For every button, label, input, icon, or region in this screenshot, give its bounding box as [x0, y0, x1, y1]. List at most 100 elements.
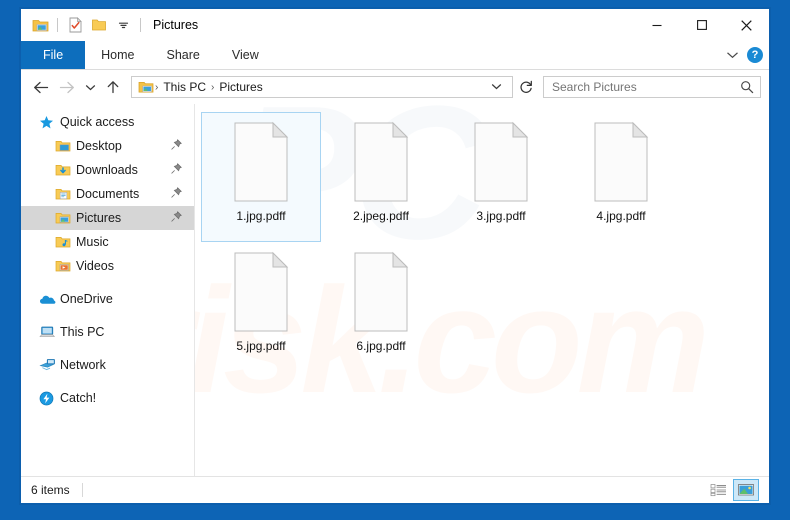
close-button[interactable] [724, 9, 769, 41]
sidebar-label-quick-access: Quick access [60, 115, 135, 129]
pin-icon-desktop[interactable] [171, 139, 182, 153]
onedrive-cloud-icon [39, 293, 57, 306]
sidebar-label-pictures: Pictures [76, 211, 122, 225]
generic-file-icon [229, 121, 293, 203]
sidebar-item-onedrive[interactable]: OneDrive [21, 287, 194, 311]
sidebar-item-music[interactable]: Music [21, 230, 194, 254]
documents-folder-icon [55, 187, 73, 201]
tab-home[interactable]: Home [85, 41, 150, 69]
file-list-pane[interactable]: PC risk.com 1.jpg.pdff [195, 104, 769, 476]
pin-icon-downloads[interactable] [171, 163, 182, 177]
ribbon-tabs: File Home Share View ? [21, 41, 769, 70]
search-icon[interactable] [740, 80, 754, 94]
breadcrumb[interactable]: › This PC › Pictures [131, 76, 513, 98]
back-button[interactable] [29, 75, 53, 99]
status-divider [81, 483, 83, 497]
file-item[interactable]: 4.jpg.pdff [561, 112, 681, 242]
breadcrumb-this-pc[interactable]: This PC [159, 80, 210, 94]
chevron-down-icon[interactable] [112, 14, 134, 36]
view-mode-buttons [705, 479, 759, 501]
file-grid: 1.jpg.pdff 2.jpeg.pdff 3.jpg.pdff 4.jpg.… [195, 104, 769, 372]
sidebar-item-downloads[interactable]: Downloads [21, 158, 194, 182]
file-name-label: 4.jpg.pdff [596, 209, 646, 223]
address-bar: › This PC › Pictures [21, 70, 769, 104]
sidebar-gap-3 [21, 344, 194, 353]
file-item[interactable]: 1.jpg.pdff [201, 112, 321, 242]
status-bar: 6 items [21, 476, 769, 503]
file-explorer-window: Pictures File Home Share View ? › This P… [20, 8, 770, 504]
file-name-label: 1.jpg.pdff [236, 209, 286, 223]
file-name-label: 5.jpg.pdff [236, 339, 286, 353]
window-controls [634, 9, 769, 41]
file-item[interactable]: 3.jpg.pdff [441, 112, 561, 242]
quick-access-toolbar: Pictures [21, 14, 198, 36]
breadcrumb-dropdown-icon[interactable] [485, 82, 508, 93]
sidebar-item-desktop[interactable]: Desktop [21, 134, 194, 158]
forward-button[interactable] [55, 75, 79, 99]
breadcrumb-root-icon[interactable] [136, 80, 154, 94]
sidebar-label-downloads: Downloads [76, 163, 138, 177]
search-box[interactable] [543, 76, 761, 98]
breadcrumb-pictures[interactable]: Pictures [215, 80, 266, 94]
file-name-label: 3.jpg.pdff [476, 209, 526, 223]
star-icon [39, 115, 57, 130]
window-title: Pictures [153, 18, 199, 32]
pin-icon-documents[interactable] [171, 187, 182, 201]
toolbar-divider-2 [140, 18, 141, 32]
sidebar-label-network: Network [60, 358, 106, 372]
generic-file-icon [349, 121, 413, 203]
explorer-icon[interactable] [29, 14, 51, 36]
tab-view[interactable]: View [216, 41, 275, 69]
pictures-folder-icon [55, 211, 73, 225]
generic-file-icon [469, 121, 533, 203]
new-folder-icon[interactable] [88, 14, 110, 36]
file-item[interactable]: 2.jpeg.pdff [321, 112, 441, 242]
tab-share[interactable]: Share [151, 41, 216, 69]
sidebar-item-network[interactable]: Network [21, 353, 194, 377]
sidebar-label-this-pc: This PC [60, 325, 105, 339]
sidebar-item-videos[interactable]: Videos [21, 254, 194, 278]
sidebar-gap-2 [21, 311, 194, 320]
up-button[interactable] [101, 75, 125, 99]
navigation-pane: Quick access Desktop Downloads Documents… [21, 104, 195, 476]
help-button[interactable]: ? [747, 47, 763, 63]
sidebar-label-desktop: Desktop [76, 139, 122, 153]
ribbon-controls: ? [726, 41, 763, 69]
sidebar-item-pictures[interactable]: Pictures [21, 206, 194, 230]
refresh-button[interactable] [515, 76, 537, 98]
videos-folder-icon [55, 259, 73, 273]
file-item[interactable]: 5.jpg.pdff [201, 242, 321, 372]
item-count-label: 6 items [31, 483, 70, 497]
sidebar-item-documents[interactable]: Documents [21, 182, 194, 206]
sidebar-gap-1 [21, 278, 194, 287]
tab-file[interactable]: File [21, 41, 86, 69]
this-pc-icon [39, 325, 57, 339]
catch-app-icon [39, 391, 57, 406]
desktop-background: Pictures File Home Share View ? › This P… [0, 0, 790, 520]
generic-file-icon [349, 251, 413, 333]
minimize-button[interactable] [634, 9, 679, 41]
properties-icon[interactable] [64, 14, 86, 36]
downloads-folder-icon [55, 163, 73, 177]
pin-icon-pictures[interactable] [171, 211, 182, 225]
sidebar-gap-4 [21, 377, 194, 386]
details-view-button[interactable] [705, 479, 731, 501]
large-icons-view-button[interactable] [733, 479, 759, 501]
title-bar: Pictures [21, 9, 769, 41]
maximize-button[interactable] [679, 9, 724, 41]
file-name-label: 6.jpg.pdff [356, 339, 406, 353]
recent-locations-chevron-icon[interactable] [81, 75, 99, 99]
file-name-label: 2.jpeg.pdff [353, 209, 409, 223]
generic-file-icon [229, 251, 293, 333]
sidebar-item-quick-access[interactable]: Quick access [21, 110, 194, 134]
sidebar-label-onedrive: OneDrive [60, 292, 113, 306]
sidebar-label-catch: Catch! [60, 391, 97, 405]
generic-file-icon [589, 121, 653, 203]
explorer-body: Quick access Desktop Downloads Documents… [21, 104, 769, 476]
network-icon [39, 358, 57, 372]
file-item[interactable]: 6.jpg.pdff [321, 242, 441, 372]
sidebar-item-catch[interactable]: Catch! [21, 386, 194, 410]
search-input[interactable] [550, 79, 740, 95]
sidebar-item-this-pc[interactable]: This PC [21, 320, 194, 344]
expand-ribbon-chevron-icon[interactable] [726, 46, 739, 64]
